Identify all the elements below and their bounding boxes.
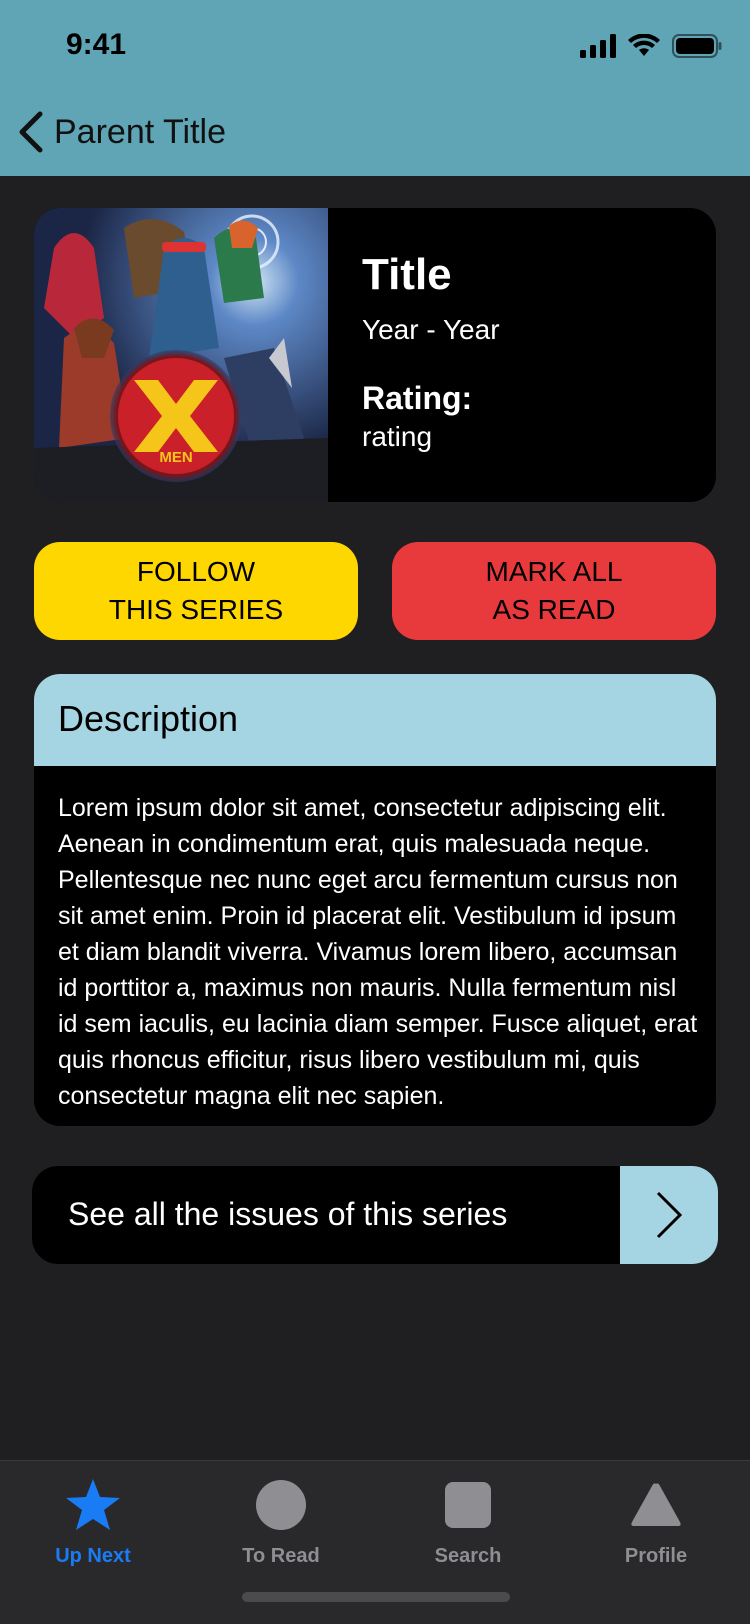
svg-text:MEN: MEN [159, 449, 192, 466]
tab-up-next[interactable]: Up Next [0, 1461, 187, 1581]
back-button[interactable]: Parent Title [16, 104, 226, 160]
series-years: Year - Year [362, 314, 500, 345]
tab-search[interactable]: Search [374, 1461, 562, 1581]
tab-to-read-label: To Read [242, 1545, 320, 1567]
issues-arrow [620, 1166, 718, 1264]
series-title: Title [362, 250, 452, 299]
description-header: Description [34, 674, 716, 766]
description-title: Description [58, 698, 239, 739]
cover-art: MEN [34, 208, 328, 502]
see-all-issues-button[interactable]: See all the issues of this series [32, 1166, 718, 1264]
wifi-icon [628, 34, 660, 56]
back-label: Parent Title [54, 112, 226, 151]
chevron-left-icon [19, 111, 43, 153]
circle-icon [256, 1480, 306, 1530]
rating-value: rating [362, 421, 433, 452]
series-detail-screen: 9:41 Parent Title MEN Title Year - Year … [0, 0, 750, 1624]
see-all-issues-label: See all the issues of this series [68, 1196, 508, 1232]
tab-profile-label: Profile [624, 1545, 688, 1567]
navigation-header: 9:41 Parent Title [0, 0, 750, 176]
mark-all-read-button[interactable]: MARK ALL AS READ [392, 542, 716, 640]
tab-search-label: Search [434, 1545, 502, 1567]
rating-label: Rating: [362, 380, 473, 416]
battery-icon [672, 34, 722, 58]
square-icon [445, 1482, 491, 1528]
home-indicator [242, 1592, 510, 1602]
chevron-right-icon [656, 1191, 683, 1239]
series-cover-image: MEN [34, 208, 328, 502]
description-card: Description Lorem ipsum dolor sit amet, … [34, 674, 716, 1126]
series-info: Title Year - Year Rating: rating [362, 250, 500, 453]
triangle-icon [631, 1483, 681, 1526]
status-time: 9:41 [66, 28, 127, 61]
tab-to-read[interactable]: To Read [187, 1461, 375, 1581]
description-body: Lorem ipsum dolor sit amet, consectetur … [58, 794, 698, 1110]
status-icons [580, 30, 722, 62]
series-summary-card: MEN Title Year - Year Rating: rating [34, 208, 716, 502]
tab-profile[interactable]: Profile [562, 1461, 750, 1581]
cellular-signal-icon [580, 34, 616, 58]
follow-series-button[interactable]: FOLLOW THIS SERIES [34, 542, 358, 640]
tab-up-next-label: Up Next [55, 1545, 131, 1567]
star-icon [66, 1479, 120, 1530]
